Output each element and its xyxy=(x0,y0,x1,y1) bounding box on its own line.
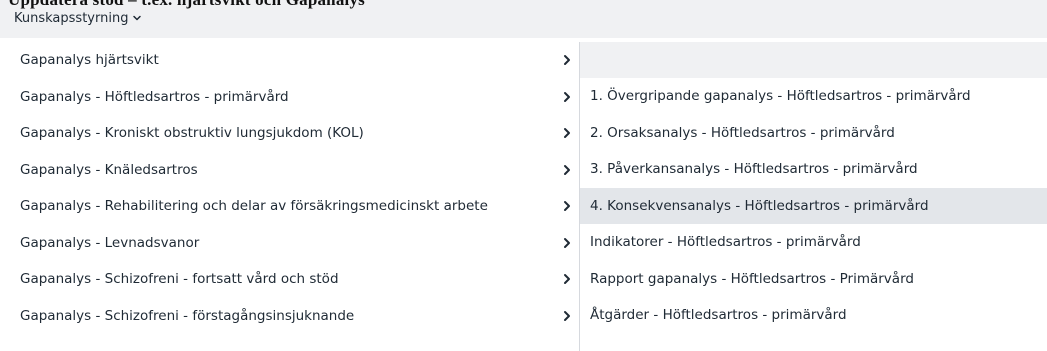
menu-trigger-label: Kunskapsstyrning xyxy=(14,10,129,26)
chevron-right-icon xyxy=(564,55,570,66)
menu-item-label: Gapanalys - Rehabilitering och delar av … xyxy=(20,198,488,215)
gapanalys-submenu: Gapanalys hjärtsvikt Gapanalys - Höftled… xyxy=(12,42,580,351)
menu-item-gapanalys-kol[interactable]: Gapanalys - Kroniskt obstruktiv lungsjuk… xyxy=(12,115,579,152)
menu-item-label: Gapanalys hjärtsvikt xyxy=(20,52,159,69)
menu-item-label: Gapanalys - Levnadsvanor xyxy=(20,234,200,251)
menu-item-gapanalys-hjartsvikt[interactable]: Gapanalys hjärtsvikt xyxy=(12,42,579,79)
kunskapsstyrning-menu-button[interactable]: Kunskapsstyrning xyxy=(14,9,142,27)
hoftledsartros-submenu: 1. Övergripande gapanalys - Höftledsartr… xyxy=(580,42,1047,351)
chevron-right-icon xyxy=(564,274,570,285)
menu-item-gapanalys-rehabilitering[interactable]: Gapanalys - Rehabilitering och delar av … xyxy=(12,188,579,225)
sub-item-orsaksanalys[interactable]: 2. Orsaksanalys - Höftledsartros - primä… xyxy=(580,115,1047,152)
menu-item-gapanalys-schizofreni-fortsatt[interactable]: Gapanalys - Schizofreni - fortsatt vård … xyxy=(12,261,579,298)
sub-item-rapport-gapanalys[interactable]: Rapport gapanalys - Höftledsartros - Pri… xyxy=(580,261,1047,298)
menu-item-label: Gapanalys - Schizofreni - förstagångsins… xyxy=(20,307,355,324)
chevron-right-icon xyxy=(564,310,570,321)
sub-item-overgripande-gapanalys[interactable]: 1. Övergripande gapanalys - Höftledsartr… xyxy=(580,78,1047,115)
sub-item-atgarder[interactable]: Åtgärder - Höftledsartros - primärvård xyxy=(580,297,1047,334)
menu-item-gapanalys-knaledsartros[interactable]: Gapanalys - Knäledsartros xyxy=(12,152,579,189)
menu-item-label: Gapanalys - Knäledsartros xyxy=(20,161,198,178)
submenu-header-strip xyxy=(580,42,1047,78)
menu-item-label: Gapanalys - Höftledsartros - primärvård xyxy=(20,88,289,105)
chevron-right-icon xyxy=(564,237,570,248)
menu-item-label: Gapanalys - Schizofreni - fortsatt vård … xyxy=(20,271,339,288)
app-root: Uppdatera stöd – t.ex. hjärtsvikt och Ga… xyxy=(0,0,1047,351)
sub-item-konsekvensanalys[interactable]: 4. Konsekvensanalys - Höftledsartros - p… xyxy=(580,187,1047,224)
menu-item-gapanalys-hoftledsartros[interactable]: Gapanalys - Höftledsartros - primärvård xyxy=(12,79,579,116)
menu-item-label: Gapanalys - Kroniskt obstruktiv lungsjuk… xyxy=(20,125,364,142)
sub-item-indikatorer[interactable]: Indikatorer - Höftledsartros - primärvår… xyxy=(580,224,1047,261)
chevron-down-icon xyxy=(133,15,142,21)
menu-item-gapanalys-levnadsvanor[interactable]: Gapanalys - Levnadsvanor xyxy=(12,225,579,262)
chevron-right-icon xyxy=(564,164,570,175)
chevron-right-icon xyxy=(564,91,570,102)
sub-item-paverkansanalys[interactable]: 3. Påverkansanalys - Höftledsartros - pr… xyxy=(580,151,1047,188)
chevron-right-icon xyxy=(564,201,570,212)
chevron-right-icon xyxy=(564,128,570,139)
menu-item-gapanalys-schizofreni-forstagang[interactable]: Gapanalys - Schizofreni - förstagångsins… xyxy=(12,298,579,335)
